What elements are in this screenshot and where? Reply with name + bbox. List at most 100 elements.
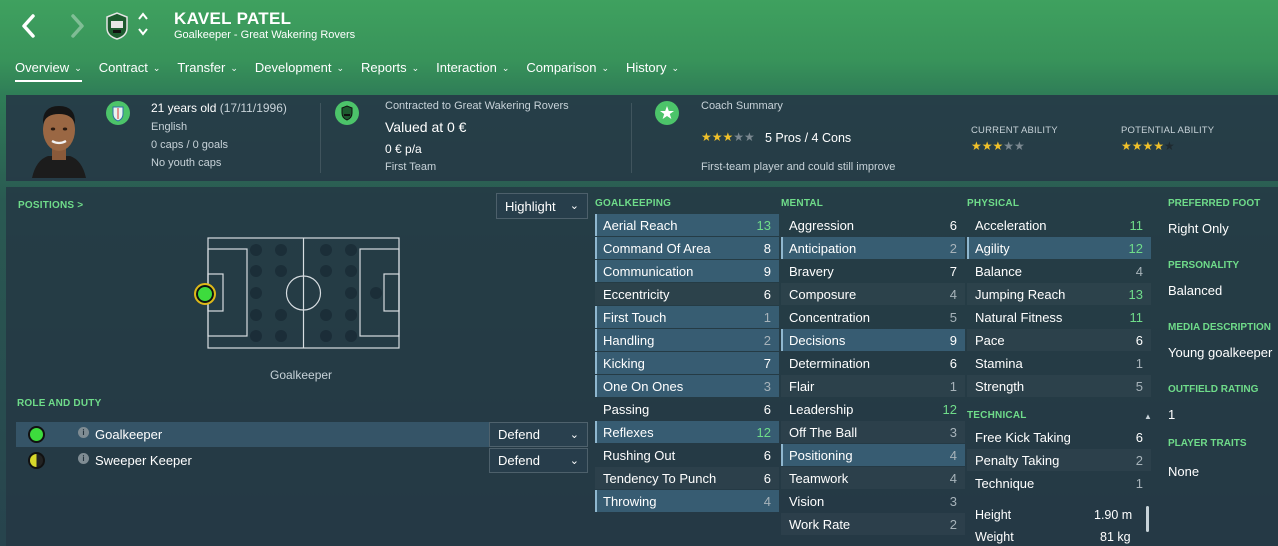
attribute-row[interactable]: Aggression 6 <box>781 214 965 236</box>
attribute-row[interactable]: Free Kick Taking 6 <box>967 426 1151 448</box>
attribute-row[interactable]: Composure 4 <box>781 283 965 305</box>
attribute-name: Leadership <box>789 402 854 417</box>
attribute-row[interactable]: Stamina 1 <box>967 352 1151 374</box>
attribute-row[interactable]: Rushing Out 6 <box>595 444 779 466</box>
attribute-row[interactable]: Leadership 12 <box>781 398 965 420</box>
attribute-name: Agility <box>975 241 1010 256</box>
player-name: KAVEL PATEL <box>174 9 292 28</box>
attribute-row[interactable]: Passing 6 <box>595 398 779 420</box>
attribute-name: Aerial Reach <box>603 218 678 233</box>
club-crest-icon[interactable] <box>104 12 130 40</box>
attribute-row[interactable]: Penalty Taking 2 <box>967 449 1151 471</box>
player-switch-arrows[interactable] <box>136 10 150 38</box>
tab-interaction[interactable]: Interaction ⌄ <box>429 60 516 84</box>
attribute-value: 5 <box>1135 379 1143 394</box>
attribute-value: 4 <box>949 287 957 302</box>
attribute-name: Aggression <box>789 218 855 233</box>
role-row-goalkeeper[interactable]: i Goalkeeper Defend ⌄ <box>16 422 588 447</box>
attribute-row[interactable]: Off The Ball 3 <box>781 421 965 443</box>
tab-transfer[interactable]: Transfer ⌄ <box>170 60 244 84</box>
highlight-dropdown[interactable]: Highlight ⌄ <box>496 193 588 219</box>
star-badge-icon[interactable] <box>655 101 679 125</box>
tab-comparison[interactable]: Comparison ⌄ <box>519 60 616 84</box>
attribute-name: Reflexes <box>603 425 654 440</box>
scrollbar[interactable] <box>1146 506 1149 532</box>
attribute-value: 2 <box>949 241 957 256</box>
attribute-row[interactable]: Eccentricity 6 <box>595 283 779 305</box>
attribute-value: 9 <box>949 333 957 348</box>
attribute-name: Eccentricity <box>603 287 670 302</box>
nation-flag-icon[interactable] <box>106 101 130 125</box>
attribute-row[interactable]: Concentration 5 <box>781 306 965 328</box>
attribute-value: 1 <box>949 379 957 394</box>
attribute-row[interactable]: Determination 6 <box>781 352 965 374</box>
attribute-row[interactable]: Command Of Area 8 <box>595 237 779 259</box>
coach-summary-title: Coach Summary <box>701 100 783 112</box>
chevron-down-icon: ⌄ <box>336 63 345 73</box>
attribute-row[interactable]: Work Rate 2 <box>781 513 965 535</box>
attribute-row[interactable]: Throwing 4 <box>595 490 779 512</box>
attribute-row[interactable]: Decisions 9 <box>781 329 965 351</box>
attribute-row[interactable]: Strength 5 <box>967 375 1151 397</box>
goalkeeper-position-marker[interactable] <box>194 283 216 305</box>
attribute-row[interactable]: Jumping Reach 13 <box>967 283 1151 305</box>
chevron-down-icon: ⌄ <box>74 63 82 73</box>
role-row-sweeper-keeper[interactable]: i Sweeper Keeper Defend ⌄ <box>16 448 588 473</box>
attribute-row[interactable]: Anticipation 2 <box>781 237 965 259</box>
info-icon[interactable]: i <box>78 453 89 464</box>
pros-cons[interactable]: 5 Pros / 4 Cons <box>765 131 851 145</box>
chevron-left-icon[interactable] <box>18 12 40 40</box>
tab-history[interactable]: History ⌄ <box>619 60 686 84</box>
attribute-value: 6 <box>949 218 957 233</box>
attribute-name: Throwing <box>603 494 657 509</box>
tab-contract[interactable]: Contract ⌄ <box>92 60 168 84</box>
attribute-row[interactable]: Positioning 4 <box>781 444 965 466</box>
attribute-row[interactable]: Balance 4 <box>967 260 1151 282</box>
attribute-name: Natural Fitness <box>975 310 1063 325</box>
attribute-row[interactable]: Pace 6 <box>967 329 1151 351</box>
attribute-row[interactable]: Acceleration 11 <box>967 214 1151 236</box>
positions-title[interactable]: POSITIONS > <box>18 200 83 211</box>
chevron-right-icon[interactable] <box>66 12 88 40</box>
duty-dropdown[interactable]: Defend ⌄ <box>489 422 588 447</box>
player-nationality[interactable]: English <box>151 121 187 133</box>
collapse-up-icon[interactable]: ▲ <box>1144 412 1152 421</box>
player-position-club[interactable]: Goalkeeper - Great Wakering Rovers <box>174 29 355 41</box>
attribute-row[interactable]: Bravery 7 <box>781 260 965 282</box>
attribute-name: Handling <box>603 333 655 348</box>
attribute-name: Positioning <box>789 448 853 463</box>
attribute-row[interactable]: Agility 12 <box>967 237 1151 259</box>
attribute-row[interactable]: Flair 1 <box>781 375 965 397</box>
attribute-value: 4 <box>949 448 957 463</box>
attribute-value: 13 <box>756 218 771 233</box>
player-traits-label: PLAYER TRAITS <box>1168 438 1247 449</box>
tab-overview[interactable]: Overview ⌄ <box>8 60 89 84</box>
attribute-row[interactable]: One On Ones 3 <box>595 375 779 397</box>
attribute-row[interactable]: Communication 9 <box>595 260 779 282</box>
attribute-row[interactable]: Tendency To Punch 6 <box>595 467 779 489</box>
tab-development[interactable]: Development ⌄ <box>248 60 351 84</box>
personality-label: PERSONALITY <box>1168 260 1240 271</box>
attribute-row[interactable]: Aerial Reach 13 <box>595 214 779 236</box>
attribute-value: 3 <box>949 425 957 440</box>
attribute-row[interactable]: Reflexes 12 <box>595 421 779 443</box>
duty-dropdown[interactable]: Defend ⌄ <box>489 448 588 473</box>
attribute-name: Tendency To Punch <box>603 471 717 486</box>
club-contract-icon[interactable] <box>335 101 359 125</box>
attribute-row[interactable]: Natural Fitness 11 <box>967 306 1151 328</box>
attribute-value: 12 <box>1128 241 1143 256</box>
info-icon[interactable]: i <box>78 427 89 438</box>
attribute-row[interactable]: Vision 3 <box>781 490 965 512</box>
player-age: 21 years old (17/11/1996) <box>151 101 287 115</box>
tab-reports[interactable]: Reports ⌄ <box>354 60 426 84</box>
attribute-row[interactable]: Teamwork 4 <box>781 467 965 489</box>
chevron-down-icon: ⌄ <box>411 63 420 73</box>
technical-title: TECHNICAL <box>967 410 1027 421</box>
attribute-name: Determination <box>789 356 870 371</box>
attribute-name: Vision <box>789 494 825 509</box>
attribute-row[interactable]: Handling 2 <box>595 329 779 351</box>
attribute-value: 6 <box>1135 430 1143 445</box>
attribute-row[interactable]: Kicking 7 <box>595 352 779 374</box>
attribute-row[interactable]: Technique 1 <box>967 472 1151 494</box>
attribute-row[interactable]: First Touch 1 <box>595 306 779 328</box>
